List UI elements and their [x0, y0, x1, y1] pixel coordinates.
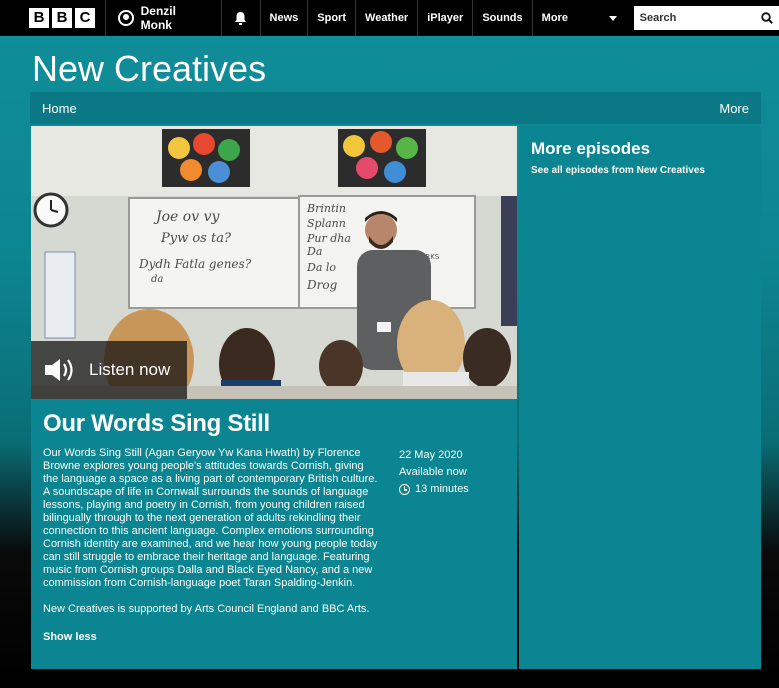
bell-icon	[235, 11, 247, 25]
speaker-icon	[45, 359, 73, 381]
whiteboard-text: Pyw os ta?	[160, 231, 232, 246]
whiteboard-text: Da	[306, 245, 322, 258]
nav-item-iplayer[interactable]: iPlayer	[417, 0, 472, 36]
chevron-down-icon	[608, 15, 617, 21]
nav-item-weather[interactable]: Weather	[355, 0, 417, 36]
account-name: Denzil Monk	[140, 4, 176, 32]
whiteboard-text: Pur dha	[306, 232, 351, 245]
episode-description: Our Words Sing Still (Agan Geryow Yw Kan…	[43, 447, 381, 616]
episode-availability: Available now	[399, 466, 467, 478]
search-icon[interactable]	[761, 12, 773, 24]
subnav-home-link[interactable]: Home	[42, 101, 77, 116]
whiteboard-text: Da lo	[306, 261, 336, 274]
search-box[interactable]: Search	[633, 6, 779, 30]
bbc-logo[interactable]: B B C	[29, 8, 95, 28]
nav-item-sport[interactable]: Sport	[307, 0, 355, 36]
show-less-button[interactable]: Show less	[43, 631, 97, 643]
episode-support-note: New Creatives is supported by Arts Counc…	[43, 603, 370, 615]
see-all-episodes-link[interactable]: See all episodes from New Creatives	[531, 165, 749, 176]
episode-title: Our Words Sing Still	[43, 410, 270, 437]
account-link[interactable]: Denzil Monk	[105, 0, 221, 36]
whiteboard-text: Splann	[307, 217, 346, 230]
listen-now-label: Listen now	[89, 360, 171, 379]
more-episodes-panel: More episodes See all episodes from New …	[519, 126, 761, 669]
clock-icon	[399, 484, 410, 495]
episode-image: Joe ov vy Pyw os ta? Dydh Fatla genes? d…	[31, 126, 517, 399]
whiteboard-text: Brintin	[306, 202, 346, 215]
user-icon	[118, 10, 134, 26]
bbc-global-nav: B B C Denzil Monk News Sport Weather iPl…	[0, 0, 779, 36]
whiteboard-text: da	[151, 274, 163, 285]
whiteboard-text: Dydh Fatla genes?	[138, 257, 252, 271]
episode-duration: 13 minutes	[415, 483, 469, 495]
notifications-button[interactable]	[220, 0, 260, 36]
listen-now-button[interactable]: Listen now	[31, 341, 187, 399]
more-episodes-title: More episodes	[531, 139, 651, 158]
episode-date: 22 May 2020	[399, 449, 463, 461]
subnav-more-link[interactable]: More	[719, 101, 749, 116]
episode-duration-row: 13 minutes	[399, 481, 469, 498]
episode-synopsis: Our Words Sing Still (Agan Geryow Yw Kan…	[43, 447, 378, 589]
episode-panel: Joe ov vy Pyw os ta? Dydh Fatla genes? d…	[31, 126, 517, 669]
programme-subnav: Home More	[30, 92, 761, 124]
episode-meta: 22 May 2020 Available now 13 minutes	[399, 447, 469, 498]
nav-item-sounds[interactable]: Sounds	[472, 0, 531, 36]
whiteboard-text: Drog	[306, 278, 338, 292]
brand-title[interactable]: New Creatives	[32, 48, 266, 90]
nav-more-label: More	[541, 12, 568, 24]
search-placeholder: Search	[639, 12, 677, 24]
nav-more-button[interactable]: More	[531, 0, 626, 36]
bbc-logo-letter: C	[75, 8, 95, 28]
whiteboard-text: Joe ov vy	[153, 209, 220, 225]
nav-item-news[interactable]: News	[259, 0, 308, 36]
bbc-logo-letter: B	[29, 8, 49, 28]
bbc-logo-letter: B	[52, 8, 72, 28]
